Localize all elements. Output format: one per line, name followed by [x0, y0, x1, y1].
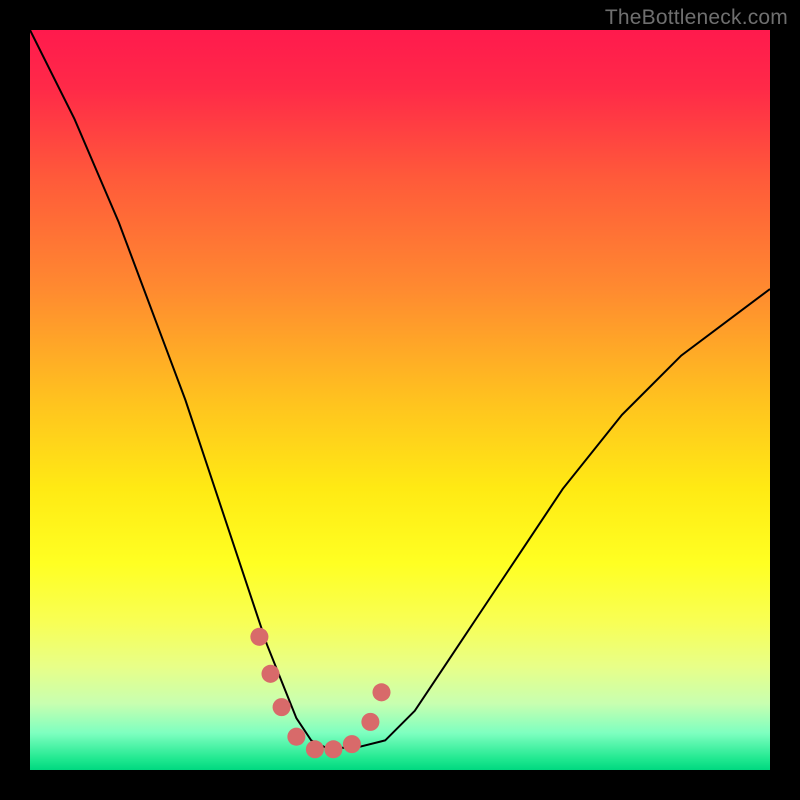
plot-area — [30, 30, 770, 770]
marker-point — [306, 740, 324, 758]
marker-point — [372, 683, 390, 701]
marker-point — [250, 628, 268, 646]
marker-point — [343, 735, 361, 753]
marker-point — [287, 728, 305, 746]
marker-point — [324, 740, 342, 758]
watermark-text: TheBottleneck.com — [605, 6, 788, 30]
bottleneck-curve — [30, 30, 770, 748]
marker-point — [361, 713, 379, 731]
curve-layer — [30, 30, 770, 770]
marker-point — [261, 665, 279, 683]
marker-group — [250, 628, 390, 759]
marker-point — [273, 698, 291, 716]
chart-frame: TheBottleneck.com — [0, 0, 800, 800]
